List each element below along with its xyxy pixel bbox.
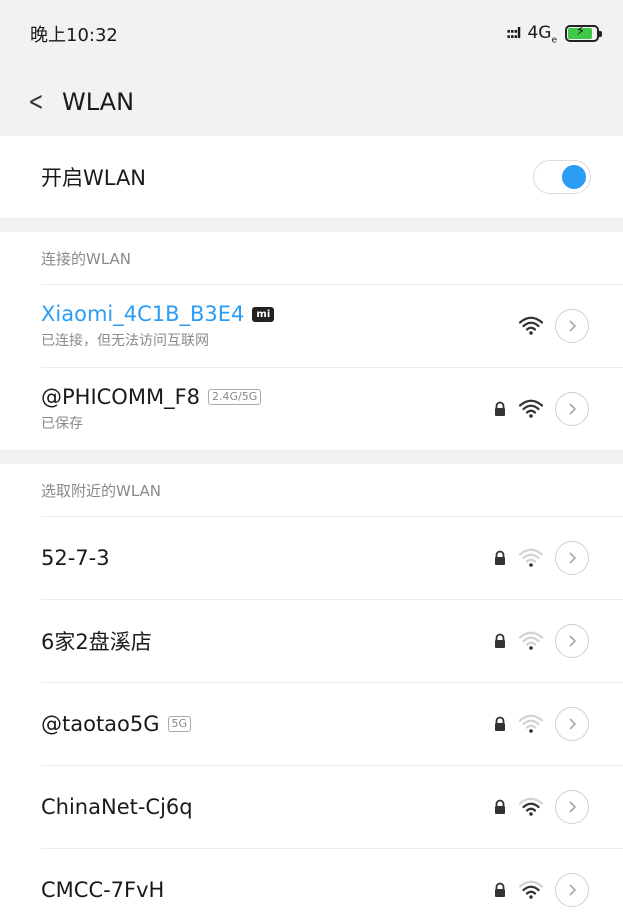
network-row[interactable]: 52-7-3 <box>41 516 623 599</box>
network-title: @taotao5G 5G <box>41 712 192 736</box>
status-indicators: :::l 4Ge ⚡ <box>505 23 602 45</box>
network-icons <box>493 707 589 741</box>
network-status: 已保存 <box>41 416 83 432</box>
network-type: 4Ge <box>527 23 557 45</box>
battery-icon: ⚡ <box>565 24 602 43</box>
network-text: @taotao5G 5G <box>41 712 192 736</box>
network-details-chevron-icon[interactable] <box>555 309 589 343</box>
network-details-chevron-icon[interactable] <box>555 392 589 426</box>
network-status: 已连接，但无法访问互联网 <box>41 333 209 349</box>
network-icons <box>493 624 589 658</box>
band-tag: 2.4G/5G <box>208 389 262 405</box>
section-gap <box>0 218 623 232</box>
title-bar: < WLAN <box>0 68 623 136</box>
network-row[interactable]: @PHICOMM_F8 2.4G/5G 已保存 <box>41 367 623 450</box>
band-tag: 5G <box>167 716 192 732</box>
network-details-chevron-icon[interactable] <box>555 541 589 575</box>
lock-icon <box>493 882 507 898</box>
network-row[interactable]: ChinaNet-Cj6q <box>41 765 623 848</box>
network-text: ChinaNet-Cj6q <box>41 795 193 819</box>
wifi-signal-icon <box>518 631 544 651</box>
wlan-toggle-card: 开启WLAN <box>0 136 623 218</box>
lock-icon <box>493 799 507 815</box>
network-type-label: 4G <box>527 22 552 43</box>
lock-icon <box>493 550 507 566</box>
lock-icon <box>493 401 507 417</box>
network-title: ChinaNet-Cj6q <box>41 795 193 819</box>
status-time: 晚上10:32 <box>30 25 118 46</box>
network-icons <box>493 392 589 426</box>
charging-bolt-icon: ⚡ <box>576 24 586 40</box>
wlan-toggle-row[interactable]: 开启WLAN <box>0 136 623 218</box>
network-title: 6家2盘溪店 <box>41 626 152 656</box>
network-text: CMCC-7FvH <box>41 878 164 902</box>
wifi-signal-icon <box>518 880 544 900</box>
network-row[interactable]: CMCC-7FvH <box>41 848 623 923</box>
wifi-signal-icon <box>518 316 544 336</box>
status-bar: 晚上10:32 :::l 4Ge ⚡ <box>0 0 623 68</box>
wifi-signal-icon <box>518 399 544 419</box>
connected-network-list: Xiaomi_4C1B_B3E4 mi 已连接，但无法访问互联网 @PHICOMM_F… <box>0 284 623 450</box>
network-text: @PHICOMM_F8 2.4G/5G 已保存 <box>41 385 262 433</box>
network-name: 52-7-3 <box>41 546 110 570</box>
network-title: Xiaomi_4C1B_B3E4 mi <box>41 302 275 326</box>
wifi-signal-icon <box>518 714 544 734</box>
network-title: CMCC-7FvH <box>41 878 164 902</box>
network-title: 52-7-3 <box>41 546 110 570</box>
wifi-signal-icon <box>518 797 544 817</box>
network-text: 6家2盘溪店 <box>41 626 152 656</box>
network-name: ChinaNet-Cj6q <box>41 795 193 819</box>
back-arrow-icon[interactable]: < <box>28 87 48 117</box>
network-name: @taotao5G <box>41 712 160 736</box>
signal-icon: :::l <box>505 25 522 42</box>
toggle-knob <box>562 165 586 189</box>
network-name: Xiaomi_4C1B_B3E4 <box>41 302 245 326</box>
page-title: WLAN <box>62 88 135 116</box>
network-name: CMCC-7FvH <box>41 878 165 902</box>
connected-section: 连接的WLAN Xiaomi_4C1B_B3E4 mi 已连接，但无法访问互联网 @P… <box>0 232 623 450</box>
network-icons <box>518 309 589 343</box>
nearby-section-header: 选取附近的WLAN <box>0 464 623 516</box>
section-gap <box>0 450 623 464</box>
lock-icon <box>493 633 507 649</box>
network-details-chevron-icon[interactable] <box>555 707 589 741</box>
network-icons <box>493 790 589 824</box>
network-row[interactable]: Xiaomi_4C1B_B3E4 mi 已连接，但无法访问互联网 <box>41 284 623 367</box>
mi-router-badge-icon: mi <box>252 306 275 322</box>
network-icons <box>493 873 589 907</box>
network-details-chevron-icon[interactable] <box>555 790 589 824</box>
network-icons <box>493 541 589 575</box>
network-details-chevron-icon[interactable] <box>555 873 589 907</box>
network-name: @PHICOMM_F8 <box>41 385 201 409</box>
nearby-section: 选取附近的WLAN 52-7-3 6家2盘溪店 @taotao5G 5G ChinaNe… <box>0 464 623 923</box>
connected-section-header: 连接的WLAN <box>0 232 623 284</box>
network-type-sub: e <box>551 35 557 46</box>
network-details-chevron-icon[interactable] <box>555 624 589 658</box>
network-name: 6家2盘溪店 <box>41 630 152 654</box>
wlan-toggle-label: 开启WLAN <box>41 166 147 190</box>
lock-icon <box>493 716 507 732</box>
network-text: Xiaomi_4C1B_B3E4 mi 已连接，但无法访问互联网 <box>41 302 275 350</box>
nearby-network-list: 52-7-3 6家2盘溪店 @taotao5G 5G ChinaNet-Cj6q CMCC… <box>0 516 623 923</box>
network-row[interactable]: @taotao5G 5G <box>41 682 623 765</box>
wifi-signal-icon <box>518 548 544 568</box>
network-text: 52-7-3 <box>41 546 110 570</box>
wlan-toggle-switch[interactable] <box>533 160 591 194</box>
network-title: @PHICOMM_F8 2.4G/5G <box>41 385 262 409</box>
network-row[interactable]: 6家2盘溪店 <box>41 599 623 682</box>
